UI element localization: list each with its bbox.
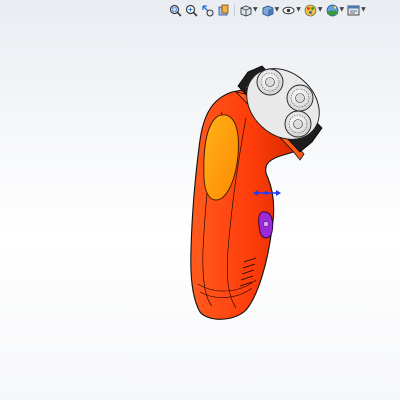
power-button-dot: [263, 221, 269, 227]
graphics-area[interactable]: ▼ ▼ ▼ ▼ ▼ ▼: [0, 0, 400, 400]
rotary-cutter: [286, 84, 314, 112]
shaver-model[interactable]: [0, 0, 400, 400]
rotary-cutter: [284, 110, 312, 138]
rotary-cutter: [256, 68, 284, 96]
